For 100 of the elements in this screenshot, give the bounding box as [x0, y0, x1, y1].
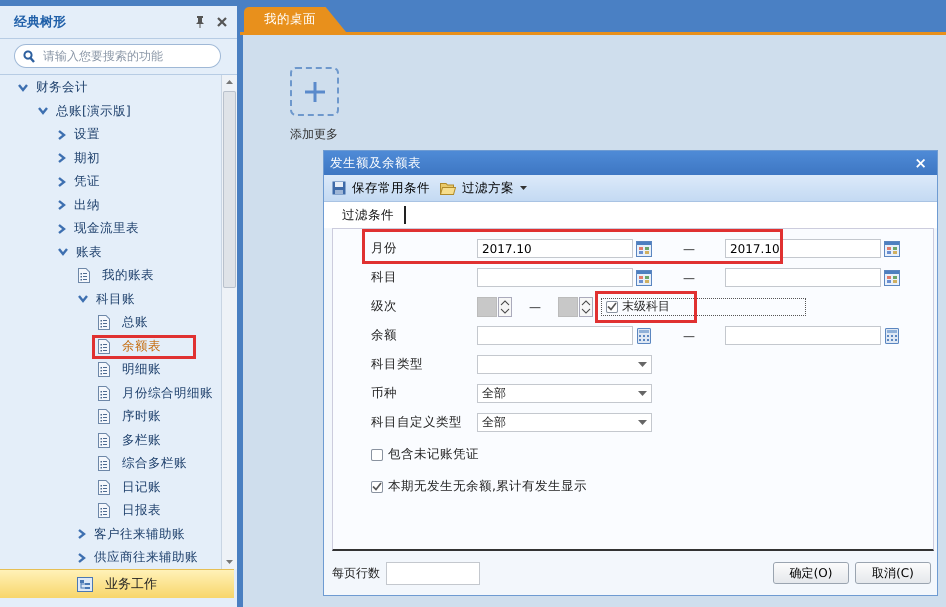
checkmark-icon — [607, 302, 617, 311]
tree-item[interactable]: 综合多栏账 — [120, 454, 189, 474]
option-checkbox[interactable]: 包含未记账凭证 — [371, 443, 933, 466]
dropdown-caret-icon — [638, 391, 647, 396]
chevron-right-icon[interactable] — [58, 130, 66, 140]
document-icon — [98, 456, 110, 472]
tree-item[interactable]: 出纳 — [72, 196, 102, 215]
calendar-icon[interactable] — [636, 240, 652, 256]
calendar-icon[interactable] — [636, 270, 652, 286]
spinner-icon[interactable] — [498, 296, 512, 316]
tree-item[interactable]: 财务会计 — [34, 78, 90, 98]
chevron-down-icon[interactable] — [38, 107, 48, 116]
range-dash: — — [528, 300, 542, 314]
tree-item[interactable]: 总账[演示版] — [54, 102, 133, 121]
field-label: 币种 — [371, 385, 398, 402]
from-field[interactable] — [477, 268, 633, 287]
chevron-right-icon[interactable] — [78, 552, 86, 563]
level-field[interactable] — [558, 296, 578, 316]
range-dash: — — [682, 328, 696, 342]
field-label: 科目 — [371, 269, 398, 286]
tree-item[interactable]: 多栏账 — [120, 430, 163, 450]
search-input[interactable]: 请输入您要搜索的功能 — [41, 48, 212, 64]
chevron-down-icon[interactable] — [18, 84, 28, 92]
tile-label: 添加更多 — [290, 126, 338, 143]
field-label: 科目类型 — [371, 356, 424, 373]
select-field[interactable]: 全部 — [477, 384, 652, 403]
checkmark-icon — [372, 482, 382, 491]
calendar-icon[interactable] — [884, 240, 900, 256]
field-label: 每页行数 — [332, 564, 380, 582]
calculator-icon[interactable] — [636, 328, 652, 344]
document-icon — [98, 409, 110, 424]
tree-item[interactable]: 现金流里表 — [72, 219, 141, 238]
dialog-button[interactable]: 确定(O) — [773, 562, 849, 584]
tree-item[interactable]: 供应商往来辅助账 — [92, 548, 200, 568]
rows-per-page-field[interactable] — [386, 562, 480, 584]
range-dash: — — [682, 242, 696, 256]
chevron-right-icon[interactable] — [58, 224, 66, 234]
scroll-up-icon[interactable] — [226, 80, 233, 84]
document-icon — [98, 386, 110, 401]
tree-item[interactable]: 科目账 — [94, 290, 137, 309]
calculator-icon[interactable] — [884, 328, 900, 344]
add-tile[interactable] — [290, 67, 339, 116]
field-label: 余额 — [371, 327, 398, 344]
to-field[interactable] — [725, 268, 881, 287]
document-icon — [98, 503, 110, 518]
document-icon — [98, 362, 110, 378]
toolbar-button[interactable]: 保存常用条件 — [332, 180, 430, 196]
close-button[interactable]: × — [910, 154, 931, 172]
tree-item[interactable]: 月份综合明细账 — [120, 384, 215, 403]
tree-item[interactable]: 序时账 — [120, 407, 163, 426]
toolbar-button[interactable]: 过滤方案 — [440, 180, 527, 196]
option-checkbox[interactable]: 本期无发生无余额,累计有发生显示 — [371, 475, 933, 498]
tree-item[interactable]: 日记账 — [120, 478, 163, 497]
tree-item[interactable]: 我的账表 — [100, 266, 156, 286]
spinner-icon[interactable] — [579, 296, 593, 316]
tree-item[interactable]: 日报表 — [120, 501, 163, 520]
chevron-right-icon[interactable] — [58, 176, 66, 187]
folder-icon — [440, 182, 456, 194]
scroll-down-icon[interactable] — [226, 560, 233, 564]
pin-icon[interactable] — [195, 16, 205, 28]
range-dash: — — [682, 270, 696, 284]
select-field[interactable]: 全部 — [477, 413, 652, 432]
hierarchy-icon — [77, 576, 93, 592]
field-label: 级次 — [371, 298, 398, 315]
plus-icon — [304, 82, 324, 102]
select-field[interactable] — [477, 355, 652, 374]
field-label: 月份 — [371, 240, 398, 257]
to-field[interactable] — [725, 326, 881, 345]
document-icon — [98, 480, 110, 495]
from-field[interactable] — [477, 326, 633, 345]
chevron-right-icon[interactable] — [78, 529, 86, 540]
tree-item[interactable]: 客户往来辅助账 — [92, 524, 187, 544]
calendar-icon[interactable] — [884, 270, 900, 286]
field-label: 科目自定义类型 — [371, 414, 463, 431]
tree-item[interactable]: 账表 — [74, 242, 104, 262]
dialog-button[interactable]: 取消(C) — [855, 562, 931, 584]
document-icon — [98, 315, 110, 330]
nav-bar-item[interactable]: 业务工作 — [0, 569, 234, 598]
chevron-down-icon[interactable] — [58, 248, 68, 256]
tree-item[interactable]: 期初 — [72, 148, 102, 168]
chevron-right-icon[interactable] — [58, 153, 66, 164]
close-icon[interactable] — [217, 17, 227, 27]
option-checkbox[interactable]: 末级科目 — [601, 298, 806, 316]
tree-item[interactable]: 总账 — [120, 313, 150, 332]
dialog-title: 发生额及余额表 — [330, 154, 422, 172]
search-icon — [23, 50, 35, 62]
filter-tab[interactable]: 过滤条件 — [332, 206, 406, 224]
dropdown-caret-icon — [638, 362, 647, 367]
tree-item[interactable]: 凭证 — [72, 172, 102, 192]
to-field[interactable]: 2017.10 — [725, 239, 881, 258]
panel-title: 经典树形 — [14, 14, 67, 31]
tree-item[interactable]: 明细账 — [120, 360, 163, 380]
search-field[interactable]: 请输入您要搜索的功能 — [14, 44, 221, 68]
level-field[interactable] — [477, 296, 497, 316]
from-field[interactable]: 2017.10 — [477, 239, 633, 258]
scrollbar[interactable] — [221, 75, 237, 569]
document-icon — [78, 268, 90, 284]
chevron-right-icon[interactable] — [58, 200, 66, 210]
chevron-down-icon[interactable] — [78, 295, 88, 304]
tree-item[interactable]: 设置 — [72, 125, 102, 144]
